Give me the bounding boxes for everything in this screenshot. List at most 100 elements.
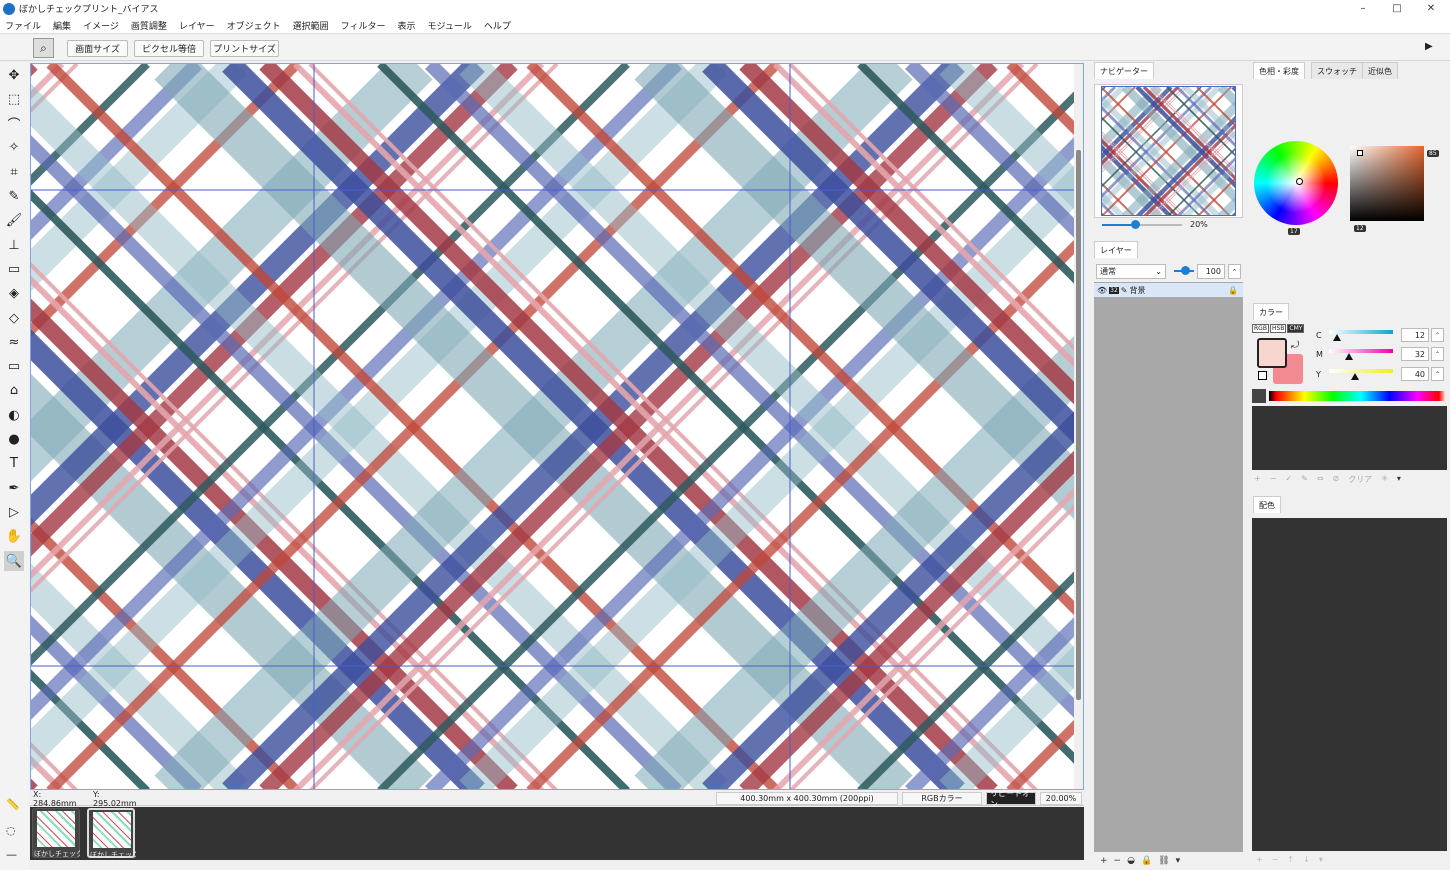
- lasso-icon[interactable]: ⌒: [4, 114, 24, 134]
- add-layer-icon[interactable]: +: [1100, 856, 1108, 866]
- blend-mode-select[interactable]: 通常 ⌄: [1096, 264, 1166, 279]
- cyan-spinner[interactable]: ⌃: [1431, 328, 1444, 342]
- scrollbar-thumb[interactable]: [1076, 150, 1081, 700]
- saturation-value-square[interactable]: [1350, 146, 1424, 221]
- close-button[interactable]: ✕: [1414, 0, 1448, 17]
- swatch-gear-icon[interactable]: ✳: [1381, 474, 1388, 485]
- menu-layer[interactable]: レイヤー: [179, 19, 215, 32]
- harmony-add-icon[interactable]: +: [1256, 855, 1263, 864]
- swatch-remove-icon[interactable]: −: [1270, 474, 1277, 485]
- hand-icon[interactable]: ✋: [4, 527, 24, 547]
- magenta-spinner[interactable]: ⌃: [1431, 347, 1444, 361]
- status-zoom[interactable]: 20.00%: [1040, 792, 1082, 805]
- tab-similar-colors[interactable]: 近似色: [1362, 62, 1398, 79]
- yellow-input[interactable]: 40: [1401, 367, 1429, 381]
- tab-layers[interactable]: レイヤー: [1094, 241, 1138, 258]
- lock-icon[interactable]: 🔒: [1228, 286, 1238, 295]
- print-size-button[interactable]: プリントサイズ: [210, 40, 279, 57]
- cyan-input[interactable]: 12: [1401, 328, 1429, 342]
- eye-icon[interactable]: 👁: [1097, 286, 1107, 295]
- rect-select-icon[interactable]: ⬚: [4, 89, 24, 109]
- link-icon[interactable]: ⛓: [1158, 856, 1169, 866]
- blur-icon[interactable]: ⌂: [4, 381, 24, 401]
- shape-icon[interactable]: ▭: [4, 357, 24, 377]
- swatch-edit-icon[interactable]: ✎: [1301, 474, 1308, 485]
- swatch-clear-button[interactable]: クリア: [1348, 474, 1372, 485]
- menu-selection[interactable]: 選択範囲: [293, 19, 329, 32]
- magic-wand-icon[interactable]: ✧: [4, 138, 24, 158]
- mask-icon[interactable]: ◒: [1127, 856, 1135, 866]
- canvas[interactable]: [30, 63, 1084, 790]
- zoom-icon[interactable]: 🔍: [4, 551, 24, 571]
- menu-edit[interactable]: 編集: [53, 19, 71, 32]
- sv-marker[interactable]: [1357, 150, 1363, 156]
- navigator-zoom-knob[interactable]: [1131, 220, 1140, 229]
- foreground-color-swatch[interactable]: [1257, 338, 1287, 368]
- toolbar-expand-icon[interactable]: ▶: [1425, 41, 1433, 52]
- menu-view[interactable]: 表示: [397, 19, 415, 32]
- menu-help[interactable]: ヘルプ: [484, 19, 511, 32]
- menu-file[interactable]: ファイル: [5, 19, 41, 32]
- fit-screen-button[interactable]: 画面サイズ: [67, 40, 128, 57]
- menu-image[interactable]: イメージ: [83, 19, 119, 32]
- pattern-icon[interactable]: ≈: [4, 332, 24, 352]
- tab-color[interactable]: カラー: [1253, 303, 1289, 320]
- text-icon[interactable]: T: [4, 454, 24, 474]
- yellow-spinner[interactable]: ⌃: [1431, 367, 1444, 381]
- magenta-slider[interactable]: [1329, 349, 1393, 353]
- harmony-down-icon[interactable]: ↓: [1303, 855, 1310, 864]
- opacity-input[interactable]: 100: [1197, 264, 1225, 279]
- repeat-toggle[interactable]: リピートオン: [986, 789, 1036, 809]
- default-colors-icon[interactable]: [1258, 371, 1267, 380]
- fill-icon[interactable]: ◈: [4, 284, 24, 304]
- harmony-menu-icon[interactable]: ▾: [1319, 855, 1323, 864]
- brush-icon[interactable]: 🖌: [4, 211, 24, 231]
- tab-hue-saturation[interactable]: 色相・彩度: [1253, 62, 1305, 79]
- mode-hsb[interactable]: HSB: [1269, 324, 1287, 333]
- recent-color-chip[interactable]: [1252, 389, 1266, 403]
- swatch-well[interactable]: [1252, 406, 1447, 470]
- minimize-button[interactable]: –: [1346, 0, 1380, 17]
- ruler-icon[interactable]: 📏: [6, 798, 20, 811]
- color-spectrum-bar[interactable]: [1269, 391, 1446, 401]
- menu-filter[interactable]: フィルター: [341, 19, 386, 32]
- color-harmony-area[interactable]: [1252, 518, 1447, 851]
- menu-module[interactable]: モジュール: [427, 19, 471, 32]
- opacity-spinner[interactable]: ⌃: [1228, 264, 1241, 279]
- move-icon[interactable]: ✥: [4, 65, 24, 85]
- zoom-tool-option-icon[interactable]: ⌕: [33, 38, 54, 58]
- swap-colors-icon[interactable]: ⤾: [1291, 340, 1299, 351]
- drop-icon[interactable]: ◐: [4, 405, 24, 425]
- menu-adjust[interactable]: 画質調整: [131, 19, 167, 32]
- hue-marker[interactable]: [1296, 178, 1303, 185]
- mode-rgb[interactable]: RGB: [1252, 324, 1269, 333]
- maximize-button[interactable]: □: [1380, 0, 1414, 17]
- layer-row[interactable]: 👁 32 ✎ 背景 🔒: [1094, 283, 1243, 297]
- crop-icon[interactable]: ⌗: [4, 162, 24, 182]
- eyedropper-icon[interactable]: ✎: [4, 187, 24, 207]
- tab-swatch[interactable]: スウォッチ: [1311, 62, 1363, 79]
- harmony-up-icon[interactable]: ↑: [1287, 855, 1294, 864]
- harmony-remove-icon[interactable]: −: [1272, 855, 1279, 864]
- document-thumb-active[interactable]: ぼかしチェック: [87, 808, 136, 859]
- yellow-knob[interactable]: [1350, 373, 1359, 380]
- path-select-icon[interactable]: ▷: [4, 502, 24, 522]
- magenta-knob[interactable]: [1345, 353, 1354, 360]
- swatch-check-icon[interactable]: ✓: [1285, 474, 1292, 485]
- lock-layer-icon[interactable]: 🔒: [1141, 856, 1152, 866]
- swatch-block-icon[interactable]: ⊘: [1333, 474, 1340, 485]
- pixel-1x-button[interactable]: ピクセル等倍: [134, 40, 204, 57]
- pen-icon[interactable]: ✒: [4, 478, 24, 498]
- delete-layer-icon[interactable]: −: [1114, 856, 1122, 866]
- swatch-swap-icon[interactable]: ⇔: [1317, 474, 1324, 485]
- eraser-icon[interactable]: ▭: [4, 259, 24, 279]
- swatch-add-icon[interactable]: +: [1254, 474, 1261, 485]
- layer-menu-icon[interactable]: ▾: [1176, 856, 1181, 866]
- cyan-knob[interactable]: [1332, 334, 1341, 341]
- document-thumb[interactable]: ぼかしチェックプ...: [32, 808, 80, 858]
- screen-mode-icon[interactable]: —: [6, 848, 17, 861]
- gradient-fill-icon[interactable]: ◇: [4, 308, 24, 328]
- yellow-slider[interactable]: [1329, 369, 1393, 373]
- tab-navigator[interactable]: ナビゲーター: [1094, 62, 1154, 79]
- magenta-input[interactable]: 32: [1401, 347, 1429, 361]
